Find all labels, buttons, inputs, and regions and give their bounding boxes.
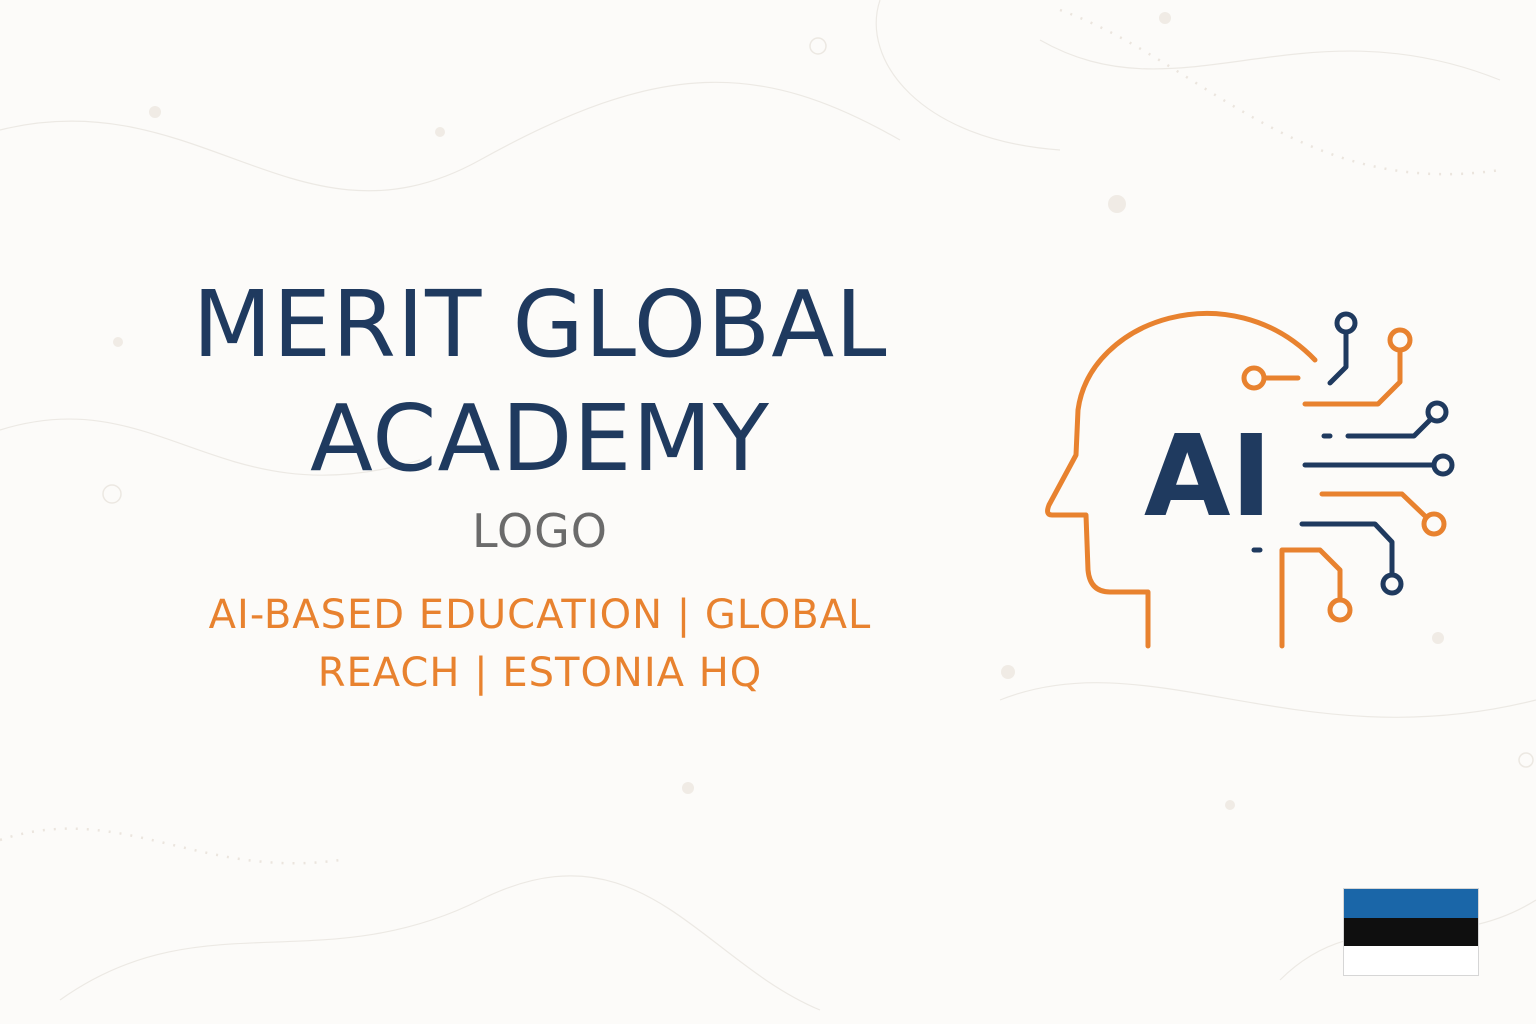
title-line-1: MERIT GLOBAL <box>192 271 888 378</box>
title-block: MERIT GLOBAL ACADEMY LOGO AI-BASED EDUCA… <box>100 268 980 702</box>
logo-ai-text: AI <box>1144 412 1272 542</box>
tagline-line-1: AI-BASED EDUCATION | GLOBAL <box>208 592 872 638</box>
title-line-2: ACADEMY <box>309 385 771 492</box>
tagline: AI-BASED EDUCATION | GLOBAL REACH | ESTO… <box>160 586 920 702</box>
subtitle: LOGO <box>471 504 609 558</box>
flag-stripe-black <box>1344 917 1478 947</box>
estonia-flag-icon <box>1343 888 1479 976</box>
flag-stripe-white <box>1344 946 1478 975</box>
flag-stripe-blue <box>1344 889 1478 918</box>
ai-head-circuit-icon: AI <box>1045 311 1455 649</box>
tagline-line-2: REACH | ESTONIA HQ <box>317 650 763 696</box>
